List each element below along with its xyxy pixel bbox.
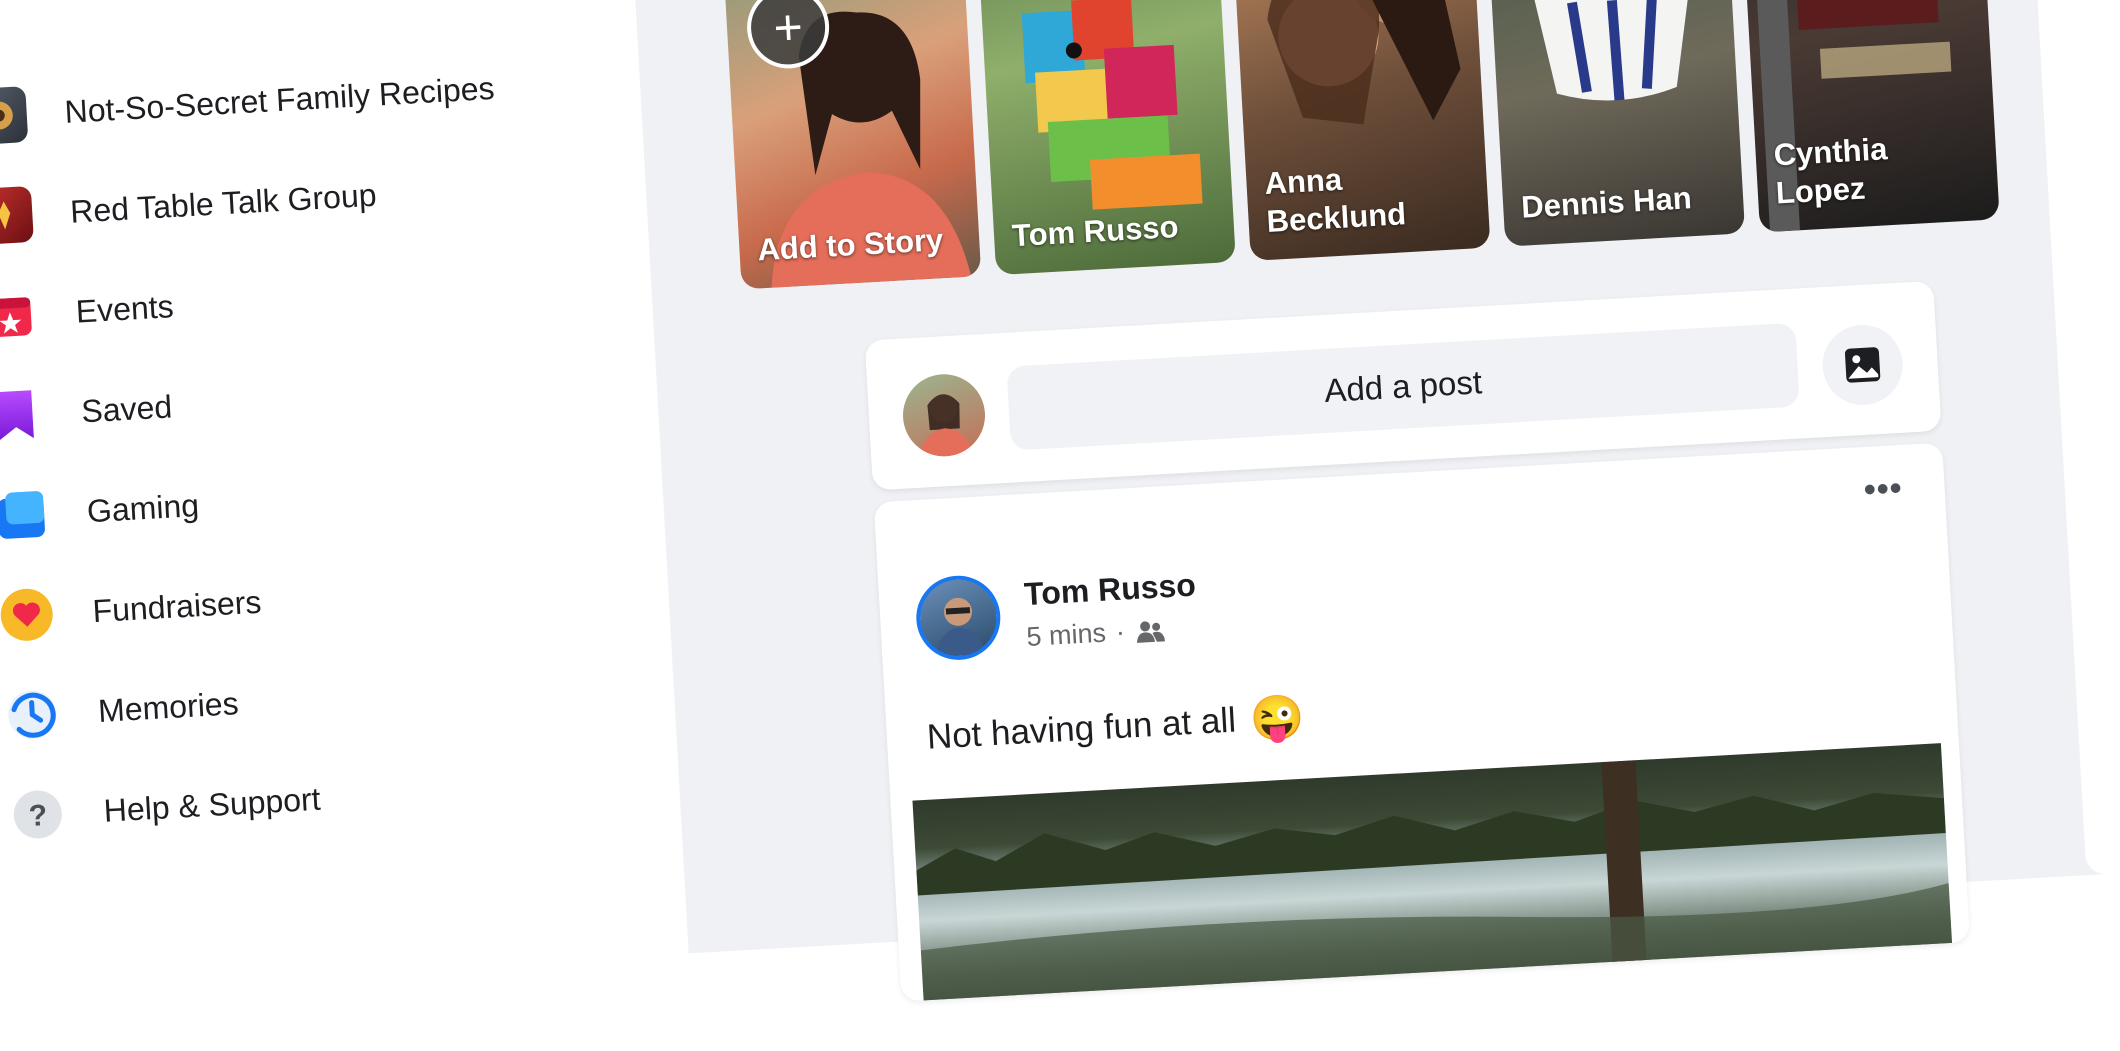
- sidebar-item-label: Help & Support: [102, 780, 322, 829]
- sidebar-item-label: Red Table Talk Group: [69, 176, 378, 230]
- bookmark-icon: [0, 386, 45, 445]
- gaming-icon: [0, 485, 51, 544]
- sidebar-item-label: Gaming: [85, 486, 200, 529]
- add-post-placeholder: Add a post: [1323, 363, 1483, 409]
- sidebar-item-gaming[interactable]: Gaming: [0, 470, 201, 551]
- sidebar-item-memories[interactable]: Memories: [2, 668, 240, 751]
- avatar[interactable]: [900, 372, 988, 459]
- story-card-tom-russo[interactable]: Tom Russo: [977, 0, 1236, 276]
- lake-scene: [916, 760, 1954, 1002]
- group-avatar-icon: [0, 185, 34, 245]
- svg-text:?: ?: [28, 799, 48, 833]
- post-card: ••• Tom Russo 5 mins · Not having fun at…: [873, 442, 1970, 1002]
- sidebar-item-label: Memories: [97, 684, 240, 729]
- meta-separator: ·: [1115, 616, 1126, 648]
- sidebar-item-family-recipes[interactable]: Not-So-Secret Family Recipes: [0, 53, 496, 152]
- story-label: Anna Becklund: [1263, 161, 1407, 240]
- post-meta: 5 mins ·: [1026, 614, 1166, 653]
- clock-icon: [3, 685, 62, 744]
- photo-button[interactable]: [1820, 322, 1905, 408]
- question-icon: ?: [8, 785, 67, 844]
- story-card-dennis-han[interactable]: Dennis Han: [1487, 0, 1746, 247]
- post-author[interactable]: Tom Russo: [1023, 567, 1197, 614]
- sidebar-item-events[interactable]: Events: [0, 271, 175, 352]
- photo-icon: [1844, 347, 1881, 383]
- story-label: Cynthia Lopez: [1772, 130, 1889, 211]
- sidebar-item-label: Saved: [80, 387, 174, 429]
- more-options-icon[interactable]: •••: [1863, 469, 1904, 510]
- story-card-cynthia-lopez[interactable]: Cynthia Lopez: [1741, 0, 2000, 233]
- story-card-anna-becklund[interactable]: Anna Becklund: [1232, 0, 1491, 261]
- post-text: Not having fun at all 😜: [926, 691, 1306, 764]
- post-text-content: Not having fun at all: [925, 700, 1237, 757]
- sidebar-item-help-support[interactable]: ? Help & Support: [8, 764, 322, 851]
- sidebar-item-label: Events: [74, 287, 175, 330]
- avatar[interactable]: [914, 573, 1003, 663]
- add-post-input[interactable]: Add a post: [1006, 322, 1800, 451]
- group-avatar-icon: [0, 86, 29, 146]
- facebook-app: Not-So-Secret Family Recipes Red Table T…: [0, 0, 2120, 1002]
- sidebar-item-label: Fundraisers: [91, 583, 263, 629]
- sidebar-item-label: Not-So-Secret Family Recipes: [63, 69, 496, 130]
- story-card-add[interactable]: + Add to Story: [723, 0, 982, 290]
- friends-icon: [1136, 620, 1165, 643]
- post-photo[interactable]: [912, 743, 1954, 1002]
- post-timestamp[interactable]: 5 mins: [1026, 618, 1107, 653]
- sidebar-item-saved[interactable]: Saved: [0, 371, 174, 451]
- sidebar-item-red-table-talk[interactable]: Red Table Talk Group: [0, 160, 378, 252]
- calendar-star-icon: [0, 286, 39, 345]
- heart-icon: [0, 585, 56, 644]
- sidebar-item-fundraisers[interactable]: Fundraisers: [0, 567, 263, 652]
- winking-tongue-emoji: 😜: [1248, 692, 1306, 745]
- left-sidebar: Not-So-Secret Family Recipes Red Table T…: [0, 0, 718, 971]
